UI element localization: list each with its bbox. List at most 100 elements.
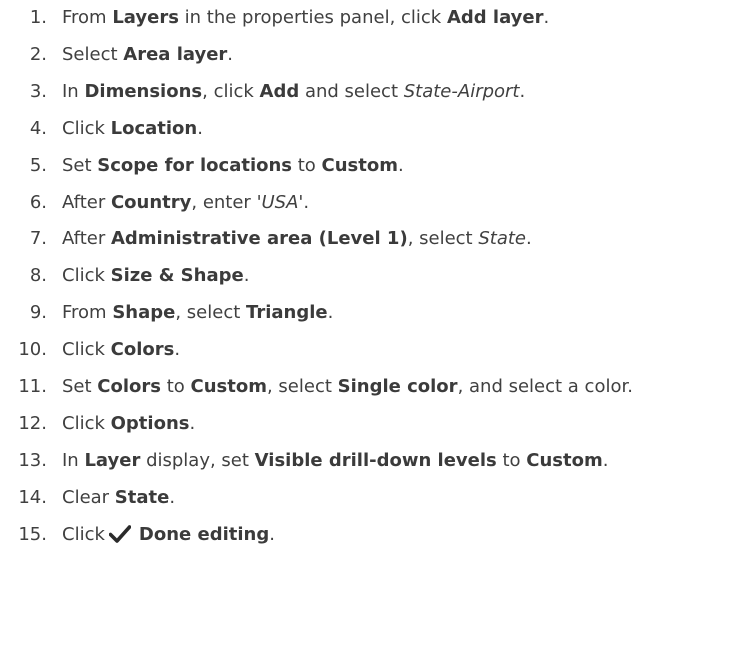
step-text-fragment: display, set [140, 449, 255, 471]
ui-term: Single color [337, 376, 458, 397]
step-text-fragment: in the properties panel, click [178, 7, 447, 28]
value-term: State [478, 228, 526, 250]
step-text: From Shape, select Triangle. [62, 298, 333, 328]
step-text: Select Area layer. [62, 40, 233, 70]
step-text-fragment: Click [62, 412, 111, 434]
step-item: 14. Clear State. [0, 483, 735, 513]
step-item: 11. Set Colors to Custom, select Single c… [0, 372, 735, 402]
step-number: 3. [29, 80, 47, 102]
step-number: 2. [29, 43, 47, 65]
step-text-fragment: . [519, 80, 526, 102]
step-text-fragment: . [169, 486, 176, 508]
step-text-fragment: , and select a color. [457, 376, 633, 397]
step-number: 14. [18, 486, 47, 508]
ui-term: Custom [321, 154, 398, 176]
step-text-fragment: , select [266, 376, 338, 397]
ui-term: Country [110, 191, 192, 213]
value-term: State-Airport [403, 80, 520, 102]
step-text-fragment: to [292, 154, 322, 176]
step-number: 10. [18, 339, 47, 361]
step-text-fragment: to [496, 449, 527, 471]
step-number: 15. [18, 523, 47, 545]
step-text-fragment: . [543, 7, 550, 28]
step-number: 13. [18, 449, 47, 471]
step-text-fragment: , click [202, 80, 260, 102]
ui-term: Custom [526, 449, 603, 471]
step-text-fragment: . [174, 339, 181, 361]
step-text-fragment: . [243, 265, 250, 287]
step-text-fragment: Click [62, 117, 111, 139]
ui-term: Shape [112, 302, 176, 324]
step-text-fragment: From [62, 302, 113, 324]
ui-term: Layer [84, 449, 141, 471]
step-text-fragment: Click [62, 339, 111, 361]
step-item: 12. Click Options. [0, 409, 735, 439]
step-item: 8. Click Size & Shape. [0, 261, 735, 291]
step-text: Click Done editing. [62, 520, 275, 550]
step-number: 6. [29, 191, 47, 213]
step-text: Set Scope for locations to Custom. [62, 151, 404, 181]
ui-term: Add [259, 80, 300, 102]
ui-term: Layers [112, 7, 179, 28]
step-text-fragment: . [197, 117, 203, 139]
checkmark-icon [108, 524, 131, 543]
step-text: After Country, enter 'USA'. [62, 188, 309, 218]
step-text: In Layer display, set Visible drill-down… [62, 446, 608, 476]
step-text: In Dimensions, click Add and select Stat… [62, 77, 525, 107]
step-number: 4. [29, 117, 47, 139]
step-number: 7. [29, 228, 47, 250]
step-item: 7. After Administrative area (Level 1), s… [0, 224, 735, 254]
step-text-fragment: Select [62, 43, 124, 65]
step-text: Set Colors to Custom, select Single colo… [62, 372, 633, 402]
step-text: Click Location. [62, 114, 203, 144]
ui-term: Done editing [138, 523, 270, 545]
step-text: Click Colors. [62, 335, 180, 365]
ui-term: Administrative area (Level 1) [110, 228, 408, 250]
ui-term: Options [110, 412, 190, 434]
step-item: 10. Click Colors. [0, 335, 735, 365]
step-item: 2. Select Area layer. [0, 40, 735, 70]
ui-term: Visible drill-down levels [254, 449, 497, 471]
step-text-fragment: . [269, 523, 275, 545]
step-item: 1. From Layers in the properties panel, c… [0, 3, 735, 33]
step-text: After Administrative area (Level 1), sel… [62, 224, 532, 254]
value-term: 'USA' [256, 191, 304, 213]
step-text-fragment: . [189, 412, 196, 434]
ui-term: Add layer [446, 7, 544, 28]
step-text: Click Size & Shape. [62, 261, 249, 291]
step-text-fragment: Clear [62, 486, 115, 508]
step-text-fragment: In [62, 80, 85, 102]
ui-term: Size & Shape [110, 265, 244, 287]
step-item: 4. Click Location. [0, 114, 735, 144]
step-item: 3. In Dimensions, click Add and select St… [0, 77, 735, 107]
step-text-fragment: . [327, 302, 334, 324]
step-text-fragment: Click [62, 265, 111, 287]
step-text-fragment: Set [62, 154, 98, 176]
ui-term: Area layer [123, 43, 228, 65]
step-text-fragment: . [602, 449, 609, 471]
step-text-fragment: After [62, 228, 111, 250]
ui-term: Dimensions [84, 80, 203, 102]
step-number: 5. [29, 154, 47, 176]
ui-term: Colors [97, 376, 161, 397]
step-item: 5. Set Scope for locations to Custom. [0, 151, 735, 181]
ui-term: State [114, 486, 170, 508]
step-text-fragment: Set [62, 376, 98, 397]
step-item: 9. From Shape, select Triangle. [0, 298, 735, 328]
step-text-fragment: Click [62, 523, 105, 545]
step-text-fragment: From [62, 7, 113, 28]
ui-term: Custom [190, 376, 267, 397]
ui-term: Scope for locations [97, 154, 293, 176]
step-number: 11. [18, 376, 47, 397]
step-text-fragment: . [303, 191, 310, 213]
ui-term: Location [110, 117, 198, 139]
step-number: 1. [29, 7, 47, 28]
step-text-fragment: to [160, 376, 191, 397]
step-text-fragment: In [62, 449, 85, 471]
step-text-fragment: , enter [191, 191, 257, 213]
step-item: 13. In Layer display, set Visible drill-d… [0, 446, 735, 476]
step-text: Click Options. [62, 409, 195, 439]
step-item: 6. After Country, enter 'USA'. [0, 188, 735, 218]
step-text-fragment: . [398, 154, 404, 176]
step-text-fragment: After [62, 191, 111, 213]
